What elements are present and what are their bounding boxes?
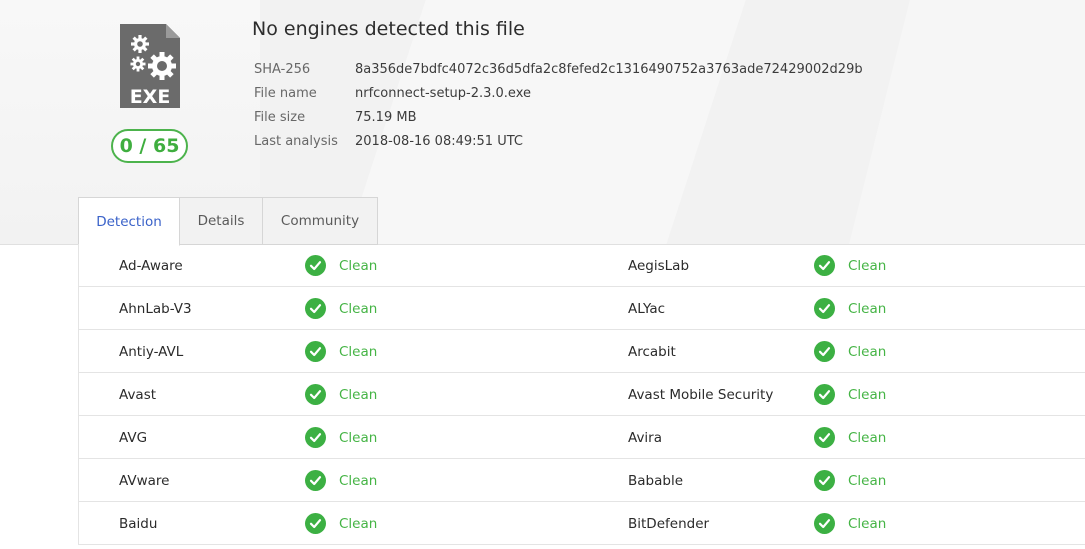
engine-name: AhnLab-V3 <box>119 300 192 317</box>
report-tabs: Detection Details Community <box>78 197 378 246</box>
detection-results-table: Ad-Aware Clean AegisLab Clean AhnLab-V3 Clean… <box>78 244 1085 545</box>
table-row: AVware Clean Babable Clean <box>79 459 1085 502</box>
check-circle-icon <box>814 470 835 491</box>
engine-name: AVware <box>119 472 170 489</box>
engine-name: Babable <box>628 472 684 489</box>
result-label: Clean <box>848 515 887 532</box>
engine-result: Clean <box>305 502 377 545</box>
meta-key: File size <box>254 109 306 125</box>
check-circle-icon <box>814 255 835 276</box>
result-label: Clean <box>339 343 378 360</box>
result-label: Clean <box>848 257 887 274</box>
engine-result: Clean <box>305 459 377 502</box>
check-circle-icon <box>305 513 326 534</box>
check-circle-icon <box>305 427 326 448</box>
engine-name: AVG <box>119 429 148 446</box>
table-row: AhnLab-V3 Clean ALYac Clean <box>79 287 1085 330</box>
engine-result: Clean <box>814 373 886 416</box>
check-circle-icon <box>305 298 326 319</box>
check-circle-icon <box>814 384 835 405</box>
engine-name: Avira <box>628 429 663 446</box>
engine-name: Arcabit <box>628 343 676 360</box>
detection-score: 0 / 65 <box>111 129 188 163</box>
check-circle-icon <box>305 341 326 362</box>
engine-name: AegisLab <box>628 257 690 274</box>
meta-value: 2018-08-16 08:49:51 UTC <box>355 133 523 149</box>
tab-community[interactable]: Community <box>263 197 378 245</box>
result-label: Clean <box>848 386 887 403</box>
result-label: Clean <box>339 429 378 446</box>
check-circle-icon <box>305 470 326 491</box>
engine-name: BitDefender <box>628 515 710 532</box>
result-label: Clean <box>339 472 378 489</box>
meta-row-sha256: SHA-256 8a356de7bdfc4072c36d5dfa2c8fefed… <box>254 57 863 81</box>
engine-name: Baidu <box>119 515 158 532</box>
engine-result: Clean <box>814 244 886 287</box>
meta-row-filename: File name nrfconnect-setup-2.3.0.exe <box>254 81 863 105</box>
file-metadata: SHA-256 8a356de7bdfc4072c36d5dfa2c8fefed… <box>254 57 863 153</box>
exe-file-icon: EXE <box>120 24 180 108</box>
engine-name: Avast <box>119 386 157 403</box>
result-label: Clean <box>339 257 378 274</box>
check-circle-icon <box>305 255 326 276</box>
check-circle-icon <box>814 298 835 319</box>
tab-details[interactable]: Details <box>180 197 263 245</box>
result-label: Clean <box>848 300 887 317</box>
engine-result: Clean <box>305 373 377 416</box>
check-circle-icon <box>814 513 835 534</box>
tab-detection[interactable]: Detection <box>78 197 180 246</box>
result-label: Clean <box>848 429 887 446</box>
engine-name: ALYac <box>628 300 666 317</box>
engine-name: Avast Mobile Security <box>628 386 774 403</box>
meta-row-last-analysis: Last analysis 2018-08-16 08:49:51 UTC <box>254 129 863 153</box>
table-row: Avast Clean Avast Mobile Security Clean <box>79 373 1085 416</box>
result-label: Clean <box>339 300 378 317</box>
meta-value: 75.19 MB <box>355 109 417 125</box>
engine-result: Clean <box>305 416 377 459</box>
header-decor-right <box>840 0 1085 244</box>
meta-value: 8a356de7bdfc4072c36d5dfa2c8fefed2c131649… <box>355 61 863 77</box>
file-icon-label: EXE <box>130 86 171 108</box>
meta-key: SHA-256 <box>254 61 311 77</box>
result-label: Clean <box>848 343 887 360</box>
engine-result: Clean <box>814 502 886 545</box>
check-circle-icon <box>814 341 835 362</box>
engine-result: Clean <box>305 287 377 330</box>
check-circle-icon <box>305 384 326 405</box>
file-report-page: EXE 0 / 65 No engines detected this file… <box>0 0 1085 549</box>
engine-result: Clean <box>305 330 377 373</box>
page-title: No engines detected this file <box>252 18 525 40</box>
meta-key: Last analysis <box>254 133 338 149</box>
table-row: Ad-Aware Clean AegisLab Clean <box>79 244 1085 287</box>
table-row: Baidu Clean BitDefender Clean <box>79 502 1085 545</box>
table-row: AVG Clean Avira Clean <box>79 416 1085 459</box>
meta-value: nrfconnect-setup-2.3.0.exe <box>355 85 531 101</box>
result-label: Clean <box>848 472 887 489</box>
engine-result: Clean <box>814 287 886 330</box>
engine-result: Clean <box>305 244 377 287</box>
result-label: Clean <box>339 386 378 403</box>
engine-result: Clean <box>814 459 886 502</box>
meta-key: File name <box>254 85 317 101</box>
table-row: Antiy-AVL Clean Arcabit Clean <box>79 330 1085 373</box>
engine-result: Clean <box>814 416 886 459</box>
meta-row-filesize: File size 75.19 MB <box>254 105 863 129</box>
engine-name: Antiy-AVL <box>119 343 184 360</box>
engine-name: Ad-Aware <box>119 257 183 274</box>
engine-result: Clean <box>814 330 886 373</box>
check-circle-icon <box>814 427 835 448</box>
result-label: Clean <box>339 515 378 532</box>
